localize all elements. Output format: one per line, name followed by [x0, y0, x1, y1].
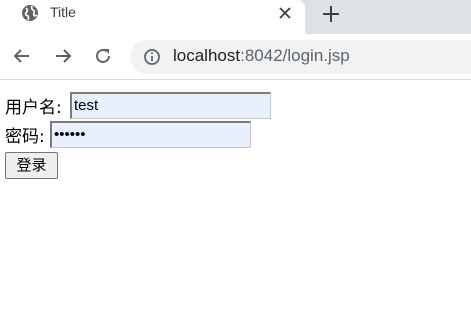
url-text: localhost:8042/login.jsp	[173, 46, 350, 66]
address-bar[interactable]: localhost:8042/login.jsp	[130, 40, 471, 74]
login-button[interactable]: 登录	[5, 152, 58, 179]
tab-title-label: Title	[50, 4, 76, 20]
page-content: 用户名: test 密码: •••••• 登录	[0, 80, 471, 309]
close-icon[interactable]	[276, 4, 294, 22]
password-label: 密码:	[5, 127, 45, 147]
url-host: localhost	[173, 46, 241, 65]
plus-icon[interactable]	[321, 4, 341, 24]
forward-arrow-icon[interactable]	[53, 46, 73, 66]
username-field[interactable]: test	[70, 92, 271, 119]
tab-title[interactable]: Title	[0, 0, 305, 34]
reload-icon[interactable]	[93, 46, 113, 66]
browser-tabstrip: Title	[0, 0, 471, 34]
username-label: 用户名:	[5, 98, 62, 118]
browser-toolbar: localhost:8042/login.jsp	[0, 34, 471, 80]
info-icon[interactable]	[143, 48, 161, 66]
url-path: :8042/login.jsp	[240, 46, 350, 65]
password-field[interactable]: ••••••	[50, 121, 251, 148]
back-arrow-icon[interactable]	[12, 46, 32, 66]
globe-icon	[22, 5, 38, 21]
